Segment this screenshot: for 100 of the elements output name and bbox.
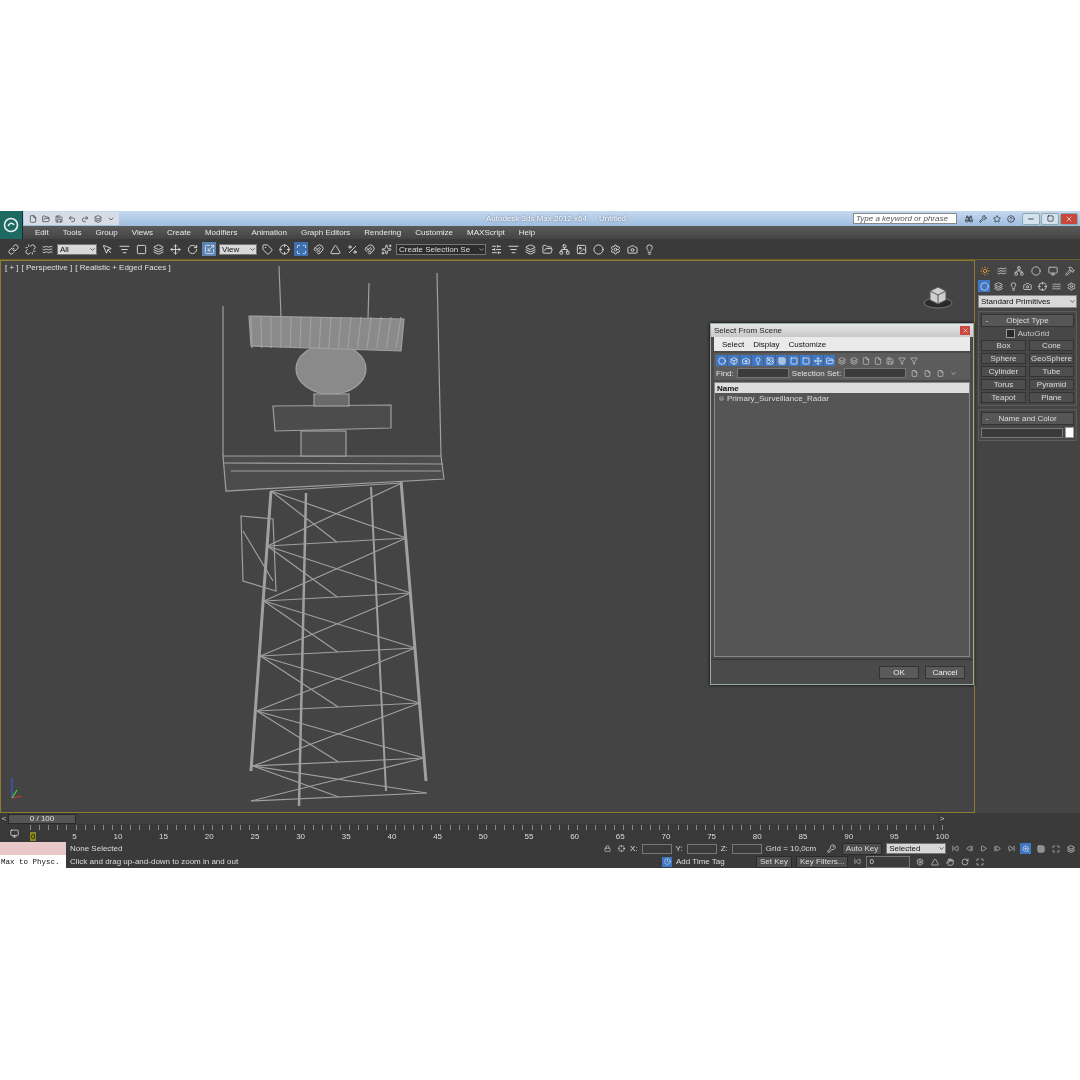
coordinate-field[interactable] [686,843,717,854]
pan-icon[interactable] [944,856,956,867]
undo-icon[interactable] [66,213,77,224]
name-field[interactable] [981,427,1063,438]
menu-item[interactable]: Group [88,228,125,237]
menu-item[interactable]: Modifiers [197,228,245,237]
wand-icon[interactable] [379,242,393,256]
image-icon[interactable] [574,242,588,256]
filter-toggle-icon[interactable] [800,355,811,366]
filter-toggle-icon[interactable] [776,355,787,366]
previous-frame-button[interactable]: < [0,813,8,824]
reference-coordinate-dropdown[interactable]: View [219,243,257,255]
filter-toggle-icon[interactable] [716,355,727,366]
filter-toggle-icon[interactable] [872,355,883,366]
autogrid-checkbox[interactable]: AutoGrid [981,329,1074,338]
percent-icon[interactable] [345,242,359,256]
filter-toggle-icon[interactable] [908,355,919,366]
filter-toggle-icon[interactable] [848,355,859,366]
viewport-label[interactable]: [ Perspective ] [21,263,73,272]
zoom-icon[interactable] [1020,843,1032,854]
menu-item[interactable]: Graph Editors [293,228,358,237]
link-icon[interactable] [6,242,20,256]
filter-toggle-icon[interactable] [752,355,763,366]
primitive-button[interactable]: Plane [1029,392,1074,403]
filter-toggle-icon[interactable] [764,355,775,366]
next-frame-icon[interactable] [992,843,1003,854]
menu-item[interactable]: Select [722,339,745,349]
filter-toggle-icon[interactable] [728,355,739,366]
search-field[interactable]: Type a keyword or phrase [853,213,957,224]
menu-item[interactable]: Views [124,228,160,237]
document-icon[interactable] [909,368,920,378]
document-icon[interactable] [922,368,933,378]
circle-icon[interactable] [1029,264,1043,277]
tag-icon[interactable] [260,242,274,256]
primitive-button[interactable]: Torus [981,379,1026,390]
new-file-icon[interactable] [27,213,38,224]
auto-key-button[interactable]: Auto Key [841,842,883,855]
track-bar[interactable]: 0 5 10 15 20 25 30 35 40 45 50 55 60 65 70 75 80 85 90 95 100 [30,825,950,841]
close-button[interactable] [960,326,970,335]
coordinate-field[interactable] [731,843,762,854]
find-field[interactable] [736,368,789,378]
hammer-icon[interactable] [1063,264,1077,277]
sphere-icon[interactable] [978,280,990,292]
binoculars-icon[interactable] [963,213,974,224]
filter-toggle-icon[interactable] [860,355,871,366]
key-filters-button[interactable]: Key Filters... [796,855,849,868]
menu-item[interactable]: Tools [55,228,89,237]
layers-icon[interactable] [151,242,165,256]
pointer-icon[interactable] [100,242,114,256]
named-selection-dropdown[interactable]: Create Selection Se [396,243,486,255]
viewport[interactable]: [ + ] [ Perspective ] [ Realistic + Edged Faces ] Select From Scene Select Display Customize Find: Selection Set: Name Primary_Surveillance_Radar OK Cancel [0,260,975,813]
time-tag-icon[interactable] [662,856,672,867]
filter-toggle-icon[interactable] [740,355,751,366]
minimize-button[interactable] [1022,212,1040,225]
move-icon[interactable] [168,242,182,256]
hierarchy-icon[interactable] [1012,264,1026,277]
sun-icon[interactable] [978,264,991,277]
magnet-icon[interactable] [362,242,376,256]
document-icon[interactable] [935,368,946,378]
waves-icon[interactable] [1050,280,1063,292]
filter-toggle-icon[interactable] [884,355,895,366]
menu-item[interactable]: Edit [28,228,56,237]
angle-icon[interactable] [328,242,342,256]
primitive-button[interactable]: Cone [1029,340,1074,351]
sphere-icon[interactable] [591,242,605,256]
filter-toggle-icon[interactable] [788,355,799,366]
menu-item[interactable]: Animation [244,228,294,237]
next-frame-button[interactable]: > [938,813,946,824]
menu-item[interactable]: Rendering [357,228,409,237]
arc-rotate-icon[interactable] [959,856,971,867]
filter-toggle-icon[interactable] [812,355,823,366]
category-dropdown[interactable]: Standard Primitives [978,295,1077,308]
crosshair-icon[interactable] [277,242,291,256]
wrench-icon[interactable] [977,213,988,224]
open-folder-icon[interactable] [40,213,51,224]
layers-icon[interactable] [523,242,537,256]
object-row[interactable]: Primary_Surveillance_Radar [715,393,969,404]
coordinate-field[interactable] [641,843,672,854]
primitive-button[interactable]: Cylinder [981,366,1026,377]
add-time-tag-link[interactable]: Add Time Tag [676,857,752,866]
monitor-icon[interactable] [1046,264,1060,277]
magnet-icon[interactable] [311,242,325,256]
primitive-button[interactable]: Pyramid [1029,379,1074,390]
rotate-icon[interactable] [185,242,199,256]
menu-item[interactable]: MAXScript [460,228,512,237]
go-to-start-icon[interactable] [950,843,961,854]
redo-icon[interactable] [79,213,90,224]
play-icon[interactable] [978,843,989,854]
key-icon[interactable] [825,842,838,855]
primitive-button[interactable]: Tube [1029,366,1074,377]
viewport-label[interactable]: [ + ] [5,263,19,272]
star-icon[interactable] [991,213,1002,224]
square-icon[interactable] [134,242,148,256]
primitive-button[interactable]: Teapot [981,392,1026,403]
camera-icon[interactable] [1021,280,1034,292]
filter-toggle-icon[interactable] [836,355,847,366]
close-button[interactable] [1060,212,1078,225]
key-mode-dropdown[interactable]: Selected [886,843,947,854]
time-slider-thumb[interactable]: 0 / 100 [8,813,76,824]
menu-item[interactable]: Help [511,228,543,237]
